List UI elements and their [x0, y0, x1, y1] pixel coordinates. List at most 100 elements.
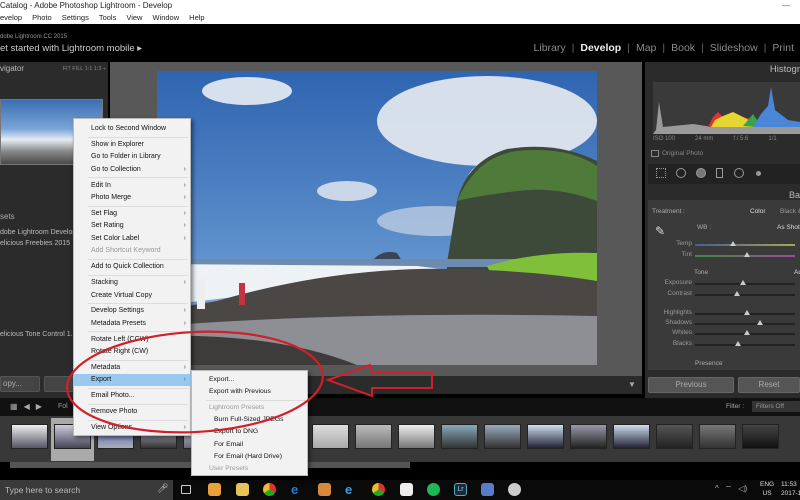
menu-item-go-to-collection[interactable]: Go to Collection ›	[74, 164, 192, 176]
radial-filter-icon[interactable]	[734, 168, 744, 178]
navigator-zoom-options[interactable]: FIT FILL 1:1 1:3 ÷	[63, 62, 106, 76]
taskbar-search[interactable]: Type here to search	[0, 480, 173, 500]
filmstrip-thumbnail[interactable]	[527, 424, 564, 449]
filmstrip-thumbnail[interactable]	[570, 424, 607, 449]
media-player-icon[interactable]	[318, 483, 331, 496]
menu-item-photo-merge[interactable]: Photo Merge ›	[74, 192, 192, 204]
slider-contrast[interactable]	[695, 294, 795, 296]
paint-icon[interactable]	[508, 483, 521, 496]
treatment-color-option[interactable]: Color	[750, 208, 766, 215]
slider-thumb-highlights[interactable]	[744, 310, 750, 315]
slider-thumb-whites[interactable]	[744, 330, 750, 335]
filmstrip-thumbnail[interactable]	[656, 424, 693, 449]
edge-icon[interactable]: e	[291, 483, 304, 496]
menu-item-edit-in[interactable]: Edit In ›	[74, 180, 192, 192]
copy-button[interactable]: opy...	[0, 376, 40, 392]
slider-thumb-contrast[interactable]	[734, 291, 740, 296]
histogram-title[interactable]: Histogr	[770, 64, 800, 75]
red-eye-icon[interactable]	[696, 168, 706, 178]
export-option-burn-full-sized-jpegs[interactable]: Burn Full-Sized JPEGs	[192, 414, 309, 426]
filter-dropdown[interactable]: Filters Off	[752, 401, 800, 412]
graduated-filter-icon[interactable]	[716, 168, 723, 178]
spot-removal-icon[interactable]	[676, 168, 686, 178]
lightroom-icon[interactable]: Lr	[454, 483, 467, 496]
spotify-icon[interactable]	[427, 483, 440, 496]
tone-auto-button[interactable]: Au	[794, 269, 800, 276]
menu-item-metadata-presets[interactable]: Metadata Presets ›	[74, 318, 192, 330]
forward-arrow-icon[interactable]: ▶	[36, 402, 42, 411]
task-view-icon[interactable]	[181, 485, 191, 494]
menu-photo[interactable]: Photo	[32, 12, 52, 24]
treatment-bw-option[interactable]: Black &	[780, 208, 800, 215]
menu-view[interactable]: View	[126, 12, 142, 24]
menu-item-remove-photo[interactable]: Remove Photo	[74, 406, 192, 418]
menu-evelop[interactable]: evelop	[0, 12, 22, 24]
filmstrip-thumbnail[interactable]	[441, 424, 478, 449]
brush-slider-icon[interactable]	[756, 171, 761, 176]
filmstrip-thumbnail[interactable]	[742, 424, 779, 449]
grid-view-icon[interactable]: ▦	[10, 402, 18, 411]
menu-item-export[interactable]: Export ›	[74, 374, 192, 387]
menu-item-rotate-right-cw[interactable]: Rotate Right (CW)	[74, 346, 192, 358]
export-option-export[interactable]: Export...	[192, 374, 309, 386]
menu-settings[interactable]: Settings	[62, 12, 89, 24]
original-photo-checkbox[interactable]: Original Photo	[651, 150, 703, 157]
menu-item-view-options[interactable]: View Options ›	[74, 422, 192, 434]
slider-thumb-blacks[interactable]	[735, 341, 741, 346]
menu-window[interactable]: Window	[152, 12, 179, 24]
previous-button[interactable]: Previous	[648, 377, 734, 393]
wb-dropdown[interactable]: As Shot	[777, 224, 800, 231]
module-slideshow[interactable]: Slideshow	[704, 42, 764, 54]
export-option-export-to-dng[interactable]: Export to DNG	[192, 426, 309, 438]
chrome-canary-icon[interactable]	[372, 483, 385, 496]
module-print[interactable]: Print	[766, 42, 800, 54]
filmstrip-thumbnail[interactable]	[613, 424, 650, 449]
network-icon[interactable]: ⌔	[725, 484, 733, 494]
menu-item-metadata[interactable]: Metadata ›	[74, 362, 192, 374]
module-book[interactable]: Book	[665, 42, 701, 54]
internet-explorer-icon[interactable]: e	[345, 483, 358, 496]
export-option-for-email-hard-drive[interactable]: For Email (Hard Drive)	[192, 451, 309, 463]
toolbar-dropdown-icon[interactable]: ▼	[628, 380, 636, 389]
wb-eyedropper-icon[interactable]: ✎	[655, 224, 665, 238]
reset-button[interactable]: Reset	[738, 377, 800, 393]
language-indicator[interactable]: ENG US	[760, 480, 774, 498]
menu-item-set-color-label[interactable]: Set Color Label ›	[74, 233, 192, 245]
menu-item-show-in-explorer[interactable]: Show in Explorer	[74, 139, 192, 151]
filmstrip-thumbnail[interactable]	[312, 424, 349, 449]
clapper-icon[interactable]	[400, 483, 413, 496]
menu-item-set-rating[interactable]: Set Rating ›	[74, 220, 192, 232]
taskbar-clock[interactable]: 11:53 2017-1	[781, 480, 800, 498]
volume-icon[interactable]: ◁)	[738, 484, 747, 494]
basic-panel-title[interactable]: Ba	[789, 190, 800, 200]
main-photo[interactable]	[157, 71, 597, 365]
menu-item-go-to-folder-in-library[interactable]: Go to Folder in Library	[74, 151, 192, 163]
menu-item-stacking[interactable]: Stacking ›	[74, 277, 192, 289]
menu-item-create-virtual-copy[interactable]: Create Virtual Copy	[74, 290, 192, 302]
filmstrip-source[interactable]: Fol	[58, 403, 68, 410]
slider-thumb-exposure[interactable]	[740, 280, 746, 285]
menu-item-set-flag[interactable]: Set Flag ›	[74, 208, 192, 220]
module-map[interactable]: Map	[630, 42, 662, 54]
chrome-icon[interactable]	[263, 483, 276, 496]
module-develop[interactable]: Develop	[574, 42, 627, 54]
module-library[interactable]: Library	[528, 42, 572, 54]
menu-tools[interactable]: Tools	[99, 12, 117, 24]
microphone-icon[interactable]: 🎤︎	[157, 483, 168, 494]
paste-button[interactable]	[44, 376, 74, 392]
filmstrip-thumbnail[interactable]	[355, 424, 392, 449]
slider-temp[interactable]	[695, 244, 795, 246]
slider-thumb-tint[interactable]	[744, 252, 750, 257]
filmstrip-thumbnail[interactable]	[699, 424, 736, 449]
crop-tool-icon[interactable]	[656, 168, 666, 178]
store-icon[interactable]	[208, 483, 221, 496]
filmstrip-thumbnail[interactable]	[398, 424, 435, 449]
menu-item-add-to-quick-collection[interactable]: Add to Quick Collection	[74, 261, 192, 273]
menu-help[interactable]: Help	[189, 12, 204, 24]
file-explorer-icon[interactable]	[236, 483, 249, 496]
minimize-button[interactable]: —	[782, 0, 790, 12]
document-icon[interactable]	[481, 483, 494, 496]
slider-shadows[interactable]	[695, 323, 795, 325]
menu-item-email-photo[interactable]: Email Photo...	[74, 390, 192, 402]
menu-item-develop-settings[interactable]: Develop Settings ›	[74, 305, 192, 317]
